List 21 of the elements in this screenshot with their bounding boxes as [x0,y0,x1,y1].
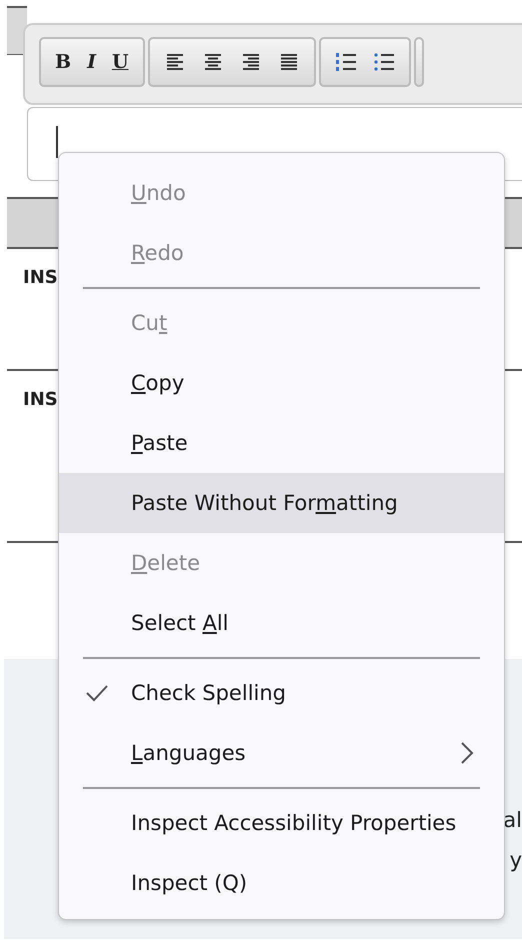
bold-button[interactable]: B [55,51,72,73]
menu-item[interactable]: Languages [59,723,504,783]
toolbar-group [414,37,424,87]
table-cell: INS [23,389,58,410]
footer-text: al [503,807,522,834]
menu-item[interactable]: Paste [59,413,504,473]
table-cell: INS [23,267,58,288]
bulleted-list-button[interactable] [372,52,395,72]
menu-item[interactable]: Copy [59,353,504,413]
menu-item[interactable]: Check Spelling [59,663,504,723]
menu-item[interactable]: Paste Without Formatting [59,473,504,533]
menu-item[interactable]: Inspect Accessibility Properties [59,793,504,853]
menu-item[interactable]: Inspect (Q) [59,853,504,913]
numbered-list-icon [334,52,357,72]
text-caret [56,126,58,158]
underline-button[interactable]: U [112,51,129,73]
numbered-list-button[interactable] [334,52,357,72]
menu-item[interactable]: Select All [59,593,504,653]
bulleted-list-icon [372,52,395,72]
footer-text: y [510,847,522,874]
italic-button[interactable]: I [87,51,96,73]
